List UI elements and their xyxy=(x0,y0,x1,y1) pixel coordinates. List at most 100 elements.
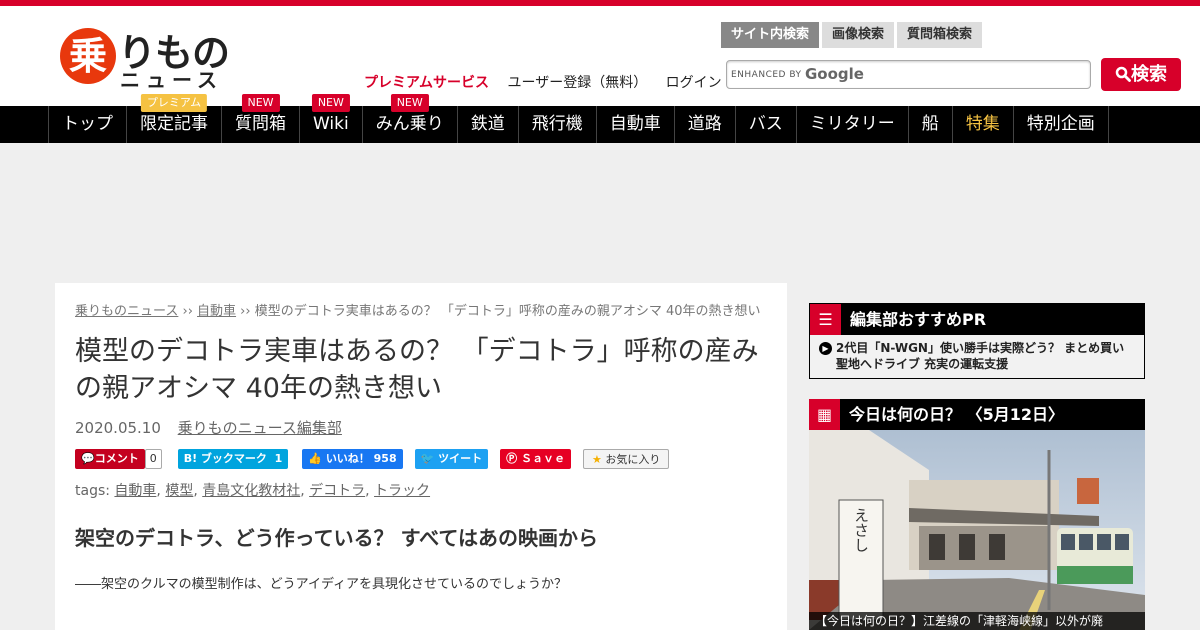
tag-link[interactable]: デコトラ xyxy=(309,483,365,499)
nav-item-label: みん乗り xyxy=(375,114,444,134)
premium-service-link[interactable]: プレミアムサービス xyxy=(364,75,489,91)
nav-item[interactable]: 特別企画 xyxy=(1012,106,1109,143)
nav-item-label: 自動車 xyxy=(609,114,661,134)
tag-link[interactable]: トラック xyxy=(374,483,430,499)
breadcrumb-separator: ›› xyxy=(236,304,255,319)
nav-item[interactable]: 船 xyxy=(907,106,952,143)
nav-item-label: 飛行機 xyxy=(531,114,583,134)
nav-item[interactable]: 道路 xyxy=(673,106,735,143)
article: 乗りものニュース ›› 自動車 ›› 模型のデコトラ実車はあるの？ 「デコトラ」… xyxy=(55,283,787,630)
nav-badge: プレミアム xyxy=(140,94,208,112)
main-nav: トップ 限定記事 プレミアム質問箱 NEW Wiki NEW みん乗り NEW 鉄道 飛行機 自動車… xyxy=(0,94,1200,143)
google-label: Google xyxy=(805,65,864,83)
calendar-icon: ▦ xyxy=(809,399,840,430)
tab-image-search[interactable]: 画像検索 xyxy=(822,22,895,48)
nav-item[interactable]: 限定記事 プレミアム xyxy=(126,94,221,143)
station-sign-text: えさし xyxy=(852,508,870,553)
tag-link[interactable]: 青島文化教材社 xyxy=(202,483,300,499)
nav-item[interactable]: みん乗り NEW xyxy=(361,94,457,143)
nav-badge: NEW xyxy=(241,94,280,112)
nav-badge: NEW xyxy=(390,94,429,112)
like-label: いいね！ xyxy=(325,452,370,465)
tweet-button[interactable]: 🐦 ツイート xyxy=(414,449,489,469)
hatena-bookmark-button[interactable]: B! ブックマーク 1 xyxy=(177,449,289,469)
station-photo: えさし xyxy=(809,430,1145,630)
tab-site-search[interactable]: サイト内検索 xyxy=(721,22,820,48)
nav-badge: NEW xyxy=(311,94,350,112)
breadcrumb-category[interactable]: 自動車 xyxy=(197,304,236,319)
section-heading: 架空のデコトラ、どう作っている？ すべてはあの映画から xyxy=(75,526,598,550)
nav-item-label: ミリタリー xyxy=(809,114,895,134)
ad-space xyxy=(0,143,1200,283)
star-icon: ★ xyxy=(592,453,602,466)
nav-item-label: 特集 xyxy=(965,114,1000,134)
hatena-label: B! ブックマーク xyxy=(183,452,267,465)
favorite-button[interactable]: ★ お気に入り xyxy=(583,449,670,469)
search-input[interactable]: ENHANCED BY Google xyxy=(726,60,1091,89)
nav-item-label: 鉄道 xyxy=(470,114,505,134)
like-count: 958 xyxy=(373,452,397,465)
favorite-label: お気に入り xyxy=(605,453,661,466)
tab-question-search[interactable]: 質問箱検索 xyxy=(897,22,983,48)
article-meta: 2020.05.10 乗りものニュース編集部 xyxy=(75,417,767,438)
breadcrumb-separator: ›› xyxy=(178,304,198,319)
today-photo[interactable]: えさし 【今日は何の日？】江差線の「津軽海峡線」以外が廃 xyxy=(809,430,1145,630)
login-link[interactable]: ログイン xyxy=(666,75,722,91)
nav-item-label: 質問箱 xyxy=(235,114,286,134)
nav-item[interactable]: 鉄道 xyxy=(456,106,518,143)
site-header: 乗 りもの ニュース プレミアムサービス ユーザー登録（無料） ログイン サイト… xyxy=(0,6,1200,106)
comment-count: 0 xyxy=(144,449,162,469)
page-title: 模型のデコトラ実車はあるの？ 「デコトラ」呼称の産みの親アオシマ 40年の熱き想… xyxy=(75,336,759,404)
nav-item[interactable]: トップ xyxy=(48,106,126,143)
search-button[interactable]: 検索 xyxy=(1101,58,1181,91)
logo-subtext: ニュース xyxy=(120,68,223,92)
nav-item-label: 限定記事 xyxy=(140,114,208,134)
pr-item[interactable]: ▶ 2代目「N-WGN」使い勝手は実際どう？ まとめ買い聖地へドライブ 充実の運… xyxy=(810,335,1144,378)
pr-title: 編集部おすすめPR xyxy=(850,310,987,329)
pr-item-text: 2代目「N-WGN」使い勝手は実際どう？ まとめ買い聖地へドライブ 充実の運転支… xyxy=(836,341,1125,371)
hatena-count: 1 xyxy=(274,452,283,465)
author-link[interactable]: 乗りものニュース編集部 xyxy=(178,419,342,437)
lead-paragraph: ――架空のクルマの模型制作は、どうアイディアを具現化させているのでしょうか？ xyxy=(75,577,568,592)
nav-item[interactable]: 質問箱 NEW xyxy=(221,94,299,143)
nav-item-label: Wiki xyxy=(313,114,349,134)
nav-item-label: 道路 xyxy=(687,114,722,134)
tag-link[interactable]: 模型 xyxy=(165,483,193,499)
nav-item[interactable]: 自動車 xyxy=(595,106,674,143)
nav-item[interactable]: 飛行機 xyxy=(517,106,596,143)
article-date: 2020.05.10 xyxy=(75,419,161,437)
pinterest-save-button[interactable]: Ⓟ Ｓａｖｅ xyxy=(500,449,572,469)
chevron-right-icon: ▶ xyxy=(819,342,832,355)
list-icon: ☰ xyxy=(810,304,841,335)
today-header: ▦ 今日は何の日？ 〈5月12日〉 xyxy=(809,399,1145,430)
nav-item[interactable]: 特集 xyxy=(951,106,1013,143)
nav-item[interactable]: バス xyxy=(734,106,796,143)
nav-item[interactable]: ミリタリー xyxy=(795,106,908,143)
facebook-like-button[interactable]: 👍 いいね！ 958 xyxy=(302,449,403,469)
sidebar-today-box: ▦ 今日は何の日？ 〈5月12日〉 えさし 【今日は何の日？】江差線の「津軽海峡… xyxy=(809,399,1145,630)
search-icon xyxy=(1115,66,1131,82)
nav-item[interactable]: Wiki NEW xyxy=(299,94,362,143)
sidebar-pr-box: ☰ 編集部おすすめPR ▶ 2代目「N-WGN」使い勝手は実際どう？ まとめ買い… xyxy=(809,303,1145,379)
search-tabs: サイト内検索 画像検索 質問箱検索 xyxy=(721,22,985,48)
speech-bubble-icon: 💬 xyxy=(81,452,95,465)
header-links: プレミアムサービス ユーザー登録（無料） ログイン xyxy=(364,72,736,92)
thumbs-up-icon: 👍 xyxy=(308,452,322,465)
tag-link[interactable]: 自動車 xyxy=(114,483,156,499)
nav-item-label: 船 xyxy=(921,114,939,134)
nav-item-label: トップ xyxy=(62,114,113,134)
tweet-label: ツイート xyxy=(438,452,483,465)
pinterest-icon: Ⓟ xyxy=(506,452,518,465)
comment-label: コメント xyxy=(94,452,139,465)
nav-item-label: バス xyxy=(748,114,783,134)
tag-list: tags: 自動車, 模型, 青島文化教材社, デコトラ, トラック xyxy=(75,483,431,499)
site-logo[interactable]: 乗 りもの ニュース xyxy=(60,24,230,92)
breadcrumb-home[interactable]: 乗りものニュース xyxy=(75,304,178,319)
today-title: 今日は何の日？ 〈5月12日〉 xyxy=(849,405,1064,424)
nav-item-label: 特別企画 xyxy=(1026,114,1095,134)
register-link[interactable]: ユーザー登録（無料） xyxy=(507,75,647,91)
twitter-bird-icon: 🐦 xyxy=(420,452,435,465)
comment-button[interactable]: 💬コメント xyxy=(75,449,145,469)
enhanced-by-label: ENHANCED BY xyxy=(731,70,802,80)
pr-header: ☰ 編集部おすすめPR xyxy=(810,304,1144,335)
